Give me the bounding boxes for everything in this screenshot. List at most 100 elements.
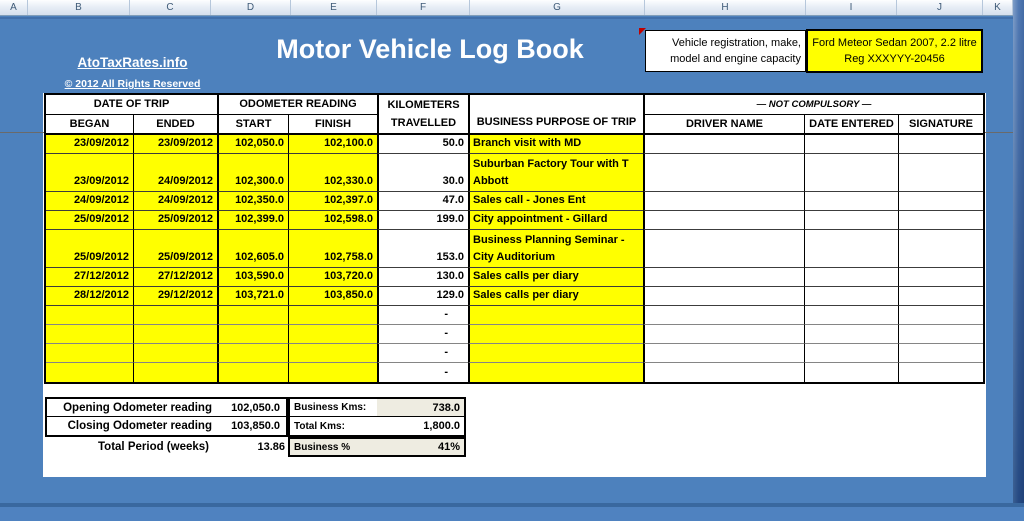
cell-finish[interactable]: 103,850.0 [288, 287, 377, 306]
cell-driver-name[interactable] [643, 154, 804, 192]
cell-start[interactable]: 103,721.0 [217, 287, 288, 306]
cell-start[interactable]: 102,350.0 [217, 192, 288, 211]
cell-kilometers[interactable]: - [377, 325, 468, 344]
cell-driver-name[interactable] [643, 135, 804, 154]
cell-date-entered[interactable] [804, 363, 898, 382]
cell-date-entered[interactable] [804, 268, 898, 287]
cell-kilometers[interactable]: - [377, 306, 468, 325]
cell-purpose[interactable]: Sales calls per diary [468, 268, 643, 287]
closing-odometer-value[interactable]: 103,850.0 [216, 417, 286, 435]
cell-ended[interactable]: 27/12/2012 [133, 268, 217, 287]
column-header-C[interactable]: C [130, 0, 211, 15]
cell-ended[interactable]: 23/09/2012 [133, 135, 217, 154]
cell-date-entered[interactable] [804, 344, 898, 363]
cell-driver-name[interactable] [643, 344, 804, 363]
header-began[interactable]: BEGAN [46, 115, 133, 135]
cell-signature[interactable] [898, 135, 983, 154]
cell-purpose[interactable]: Suburban Factory Tour with T Abbott [468, 154, 643, 192]
vehicle-info-value-cell[interactable]: Ford Meteor Sedan 2007, 2.2 litre Reg XX… [806, 29, 983, 73]
cell-began[interactable]: 28/12/2012 [46, 287, 133, 306]
cell-purpose[interactable]: Business Planning Seminar - City Auditor… [468, 230, 643, 268]
column-header-F[interactable]: F [377, 0, 470, 15]
cell-kilometers[interactable]: 199.0 [377, 211, 468, 230]
cell-signature[interactable] [898, 154, 983, 192]
cell-driver-name[interactable] [643, 211, 804, 230]
header-date-of-trip[interactable]: DATE OF TRIP [46, 95, 217, 115]
cell-signature[interactable] [898, 344, 983, 363]
cell-began[interactable]: 25/09/2012 [46, 211, 133, 230]
site-link[interactable]: AtoTaxRates.info [60, 55, 205, 70]
cell-finish[interactable]: 102,397.0 [288, 192, 377, 211]
cell-ended[interactable] [133, 306, 217, 325]
cell-began[interactable]: 23/09/2012 [46, 135, 133, 154]
cell-ended[interactable]: 24/09/2012 [133, 192, 217, 211]
cell-began[interactable] [46, 363, 133, 382]
cell-finish[interactable]: 102,100.0 [288, 135, 377, 154]
vehicle-info-label-cell[interactable]: Vehicle registration, make, model and en… [645, 30, 806, 72]
cell-date-entered[interactable] [804, 287, 898, 306]
cell-signature[interactable] [898, 211, 983, 230]
cell-date-entered[interactable] [804, 154, 898, 192]
cell-start[interactable]: 102,399.0 [217, 211, 288, 230]
cell-signature[interactable] [898, 363, 983, 382]
cell-finish[interactable] [288, 325, 377, 344]
cell-kilometers[interactable]: 129.0 [377, 287, 468, 306]
cell-kilometers[interactable]: 153.0 [377, 230, 468, 268]
header-kilometers-travelled[interactable]: KILOMETERS TRAVELLED [377, 95, 468, 135]
cell-began[interactable]: 24/09/2012 [46, 192, 133, 211]
cell-signature[interactable] [898, 192, 983, 211]
column-header-A[interactable]: A [0, 0, 28, 15]
header-start[interactable]: START [217, 115, 288, 135]
header-not-compulsory[interactable]: — NOT COMPULSORY — [643, 95, 983, 115]
header-business-purpose[interactable]: BUSINESS PURPOSE OF TRIP [468, 95, 643, 135]
opening-odometer-value[interactable]: 102,050.0 [216, 399, 286, 416]
cell-start[interactable]: 102,050.0 [217, 135, 288, 154]
column-header-I[interactable]: I [806, 0, 897, 15]
cell-purpose[interactable] [468, 325, 643, 344]
cell-finish[interactable] [288, 363, 377, 382]
opening-odometer-label[interactable]: Opening Odometer reading [47, 399, 216, 416]
cell-began[interactable] [46, 306, 133, 325]
vertical-scrollbar[interactable] [1013, 0, 1024, 503]
cell-kilometers[interactable]: 47.0 [377, 192, 468, 211]
cell-kilometers[interactable]: 130.0 [377, 268, 468, 287]
cell-start[interactable] [217, 325, 288, 344]
column-header-J[interactable]: J [897, 0, 983, 15]
business-pct-value[interactable]: 41% [377, 439, 464, 455]
cell-driver-name[interactable] [643, 287, 804, 306]
cell-signature[interactable] [898, 306, 983, 325]
column-header-D[interactable]: D [211, 0, 291, 15]
cell-kilometers[interactable]: - [377, 344, 468, 363]
cell-finish[interactable]: 102,598.0 [288, 211, 377, 230]
cell-kilometers[interactable]: 50.0 [377, 135, 468, 154]
header-finish[interactable]: FINISH [288, 115, 377, 135]
cell-signature[interactable] [898, 325, 983, 344]
cell-driver-name[interactable] [643, 230, 804, 268]
cell-finish[interactable]: 103,720.0 [288, 268, 377, 287]
cell-signature[interactable] [898, 287, 983, 306]
cell-began[interactable] [46, 344, 133, 363]
cell-driver-name[interactable] [643, 325, 804, 344]
cell-finish[interactable]: 102,758.0 [288, 230, 377, 268]
cell-began[interactable]: 23/09/2012 [46, 154, 133, 192]
cell-signature[interactable] [898, 268, 983, 287]
total-period-value[interactable]: 13.86 [213, 437, 287, 456]
cell-ended[interactable]: 24/09/2012 [133, 154, 217, 192]
cell-driver-name[interactable] [643, 268, 804, 287]
total-kms-label[interactable]: Total Kms: [290, 417, 377, 435]
column-header-E[interactable]: E [291, 0, 377, 15]
cell-start[interactable] [217, 344, 288, 363]
cell-ended[interactable] [133, 344, 217, 363]
cell-kilometers[interactable]: - [377, 363, 468, 382]
header-driver-name[interactable]: DRIVER NAME [643, 115, 804, 135]
column-header-K[interactable]: K [983, 0, 1013, 15]
cell-driver-name[interactable] [643, 306, 804, 325]
cell-date-entered[interactable] [804, 211, 898, 230]
cell-began[interactable]: 25/09/2012 [46, 230, 133, 268]
cell-finish[interactable] [288, 306, 377, 325]
cell-began[interactable]: 27/12/2012 [46, 268, 133, 287]
cell-date-entered[interactable] [804, 135, 898, 154]
cell-date-entered[interactable] [804, 306, 898, 325]
cell-ended[interactable]: 25/09/2012 [133, 230, 217, 268]
cell-finish[interactable]: 102,330.0 [288, 154, 377, 192]
